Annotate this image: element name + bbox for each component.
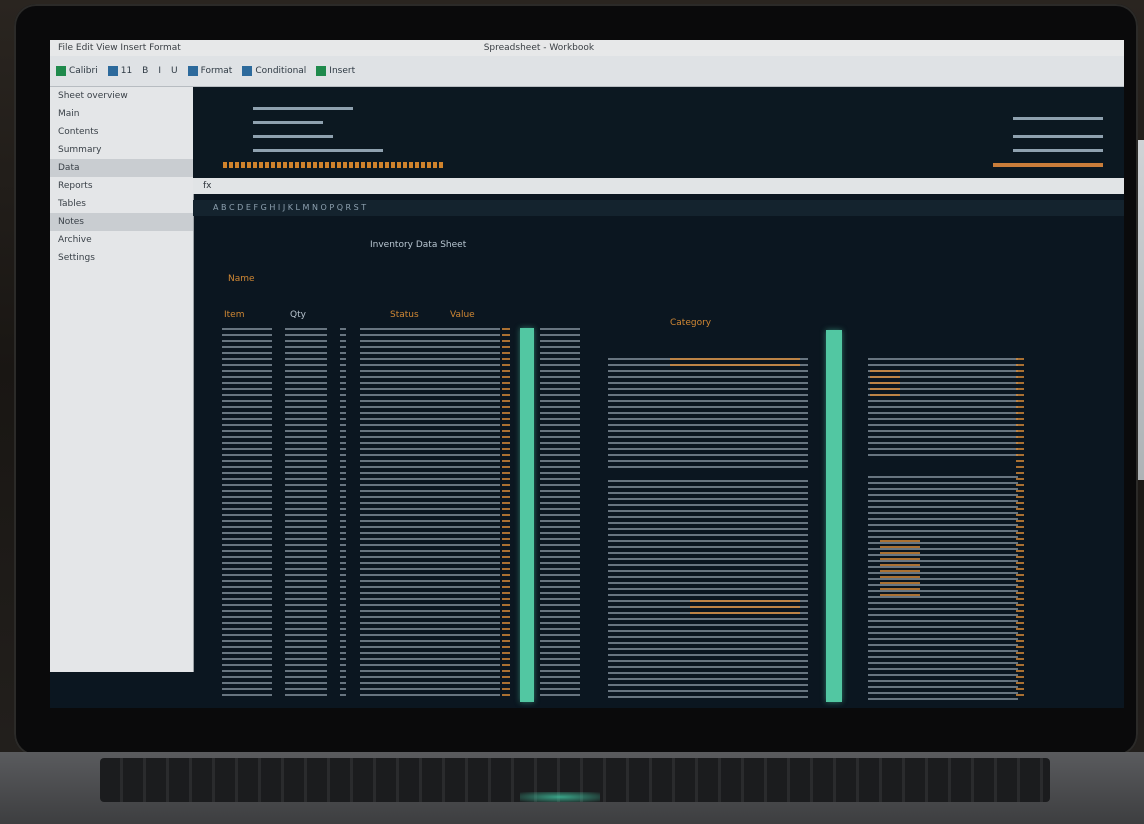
table-highlight [690,600,800,614]
data-column [222,328,272,700]
ribbon-tool[interactable]: Format [187,66,233,76]
conditional-icon [242,66,253,76]
outline-line [1013,149,1103,152]
highlight-text-bar [223,162,443,168]
ribbon-label: I [158,66,162,76]
ribbon-tool[interactable]: 11 [107,66,133,76]
sheet-title: Inventory Data Sheet [370,240,467,250]
data-table [608,480,808,700]
sidebar-item-selected[interactable]: Data [50,159,193,177]
underline-button[interactable]: U [171,66,178,76]
column-header: Name [228,274,255,284]
ribbon-label: 11 [120,66,133,76]
selected-column [826,330,842,702]
ribbon-tool[interactable]: Conditional [242,66,306,76]
formula-label: fx [203,181,212,191]
window-titlebar: File Edit View Insert Format Spreadsheet… [50,40,1124,56]
outline-line [253,135,333,138]
outline-line [1013,135,1103,138]
sidebar-item[interactable]: Sheet overview [50,87,193,105]
ribbon-label: Insert [329,66,356,76]
data-column [360,328,500,700]
ribbon-label: Format [200,66,233,76]
keyboard-glow [520,792,600,802]
sidebar-item[interactable]: Contents [50,123,193,141]
data-column [285,328,327,700]
ribbon-tool[interactable]: Calibri [56,66,98,76]
column-header-strip: A B C D E F G H I J K L M N O P Q R S T [193,200,1124,216]
bold-button[interactable]: B [142,66,148,76]
table-highlight [670,358,800,370]
laptop-screen: File Edit View Insert Format Spreadsheet… [50,40,1124,708]
column-header: Status [390,310,419,320]
column-header: Qty [290,310,306,320]
column-letters: A B C D E F G H I J K L M N O P Q R S T [213,203,367,212]
outline-line [253,107,353,110]
data-column [540,328,580,700]
data-column [340,328,346,700]
italic-button[interactable]: I [158,66,161,76]
ribbon-label: Conditional [255,66,307,76]
outline-panel [193,87,1124,183]
sidebar-item[interactable]: Main [50,105,193,123]
outline-line [253,149,383,152]
app-icon [56,66,66,76]
insert-icon [316,66,327,76]
sidebar-item-selected[interactable]: Notes [50,213,193,231]
sidebar-item[interactable]: Settings [50,249,193,267]
data-column-highlight [1016,358,1024,698]
table-highlight [870,370,900,400]
data-table [608,358,808,468]
sidebar-item[interactable]: Summary [50,141,193,159]
ribbon-tool[interactable]: Insert [316,66,355,76]
sidebar-item[interactable]: Reports [50,177,193,195]
ribbon-toolbar: Calibri 11 B I U Format Conditional Inse… [50,56,1124,87]
selected-column [520,328,534,702]
sidebar: Sheet overview Main Contents Summary Dat… [50,87,194,672]
sidebar-item[interactable]: Archive [50,231,193,249]
formula-bar[interactable]: fx [193,178,1124,194]
sidebar-item[interactable]: Tables [50,195,193,213]
column-header: Value [450,310,475,320]
column-header: Category [670,318,712,328]
laptop-bezel: File Edit View Insert Format Spreadsheet… [14,4,1138,756]
font-size-icon [107,66,118,76]
outline-line [993,163,1103,167]
ribbon-label: U [171,66,178,76]
table-highlight [880,540,920,600]
window-title: Spreadsheet - Workbook [483,43,595,53]
outline-line [253,121,323,124]
ribbon-label: Calibri [69,66,98,76]
format-icon [187,66,198,76]
ribbon-label: B [142,66,149,76]
data-column-highlight [502,328,510,700]
outline-line [1013,117,1103,120]
column-header: Item [224,310,245,320]
menu-text: File Edit View Insert Format [58,43,181,53]
